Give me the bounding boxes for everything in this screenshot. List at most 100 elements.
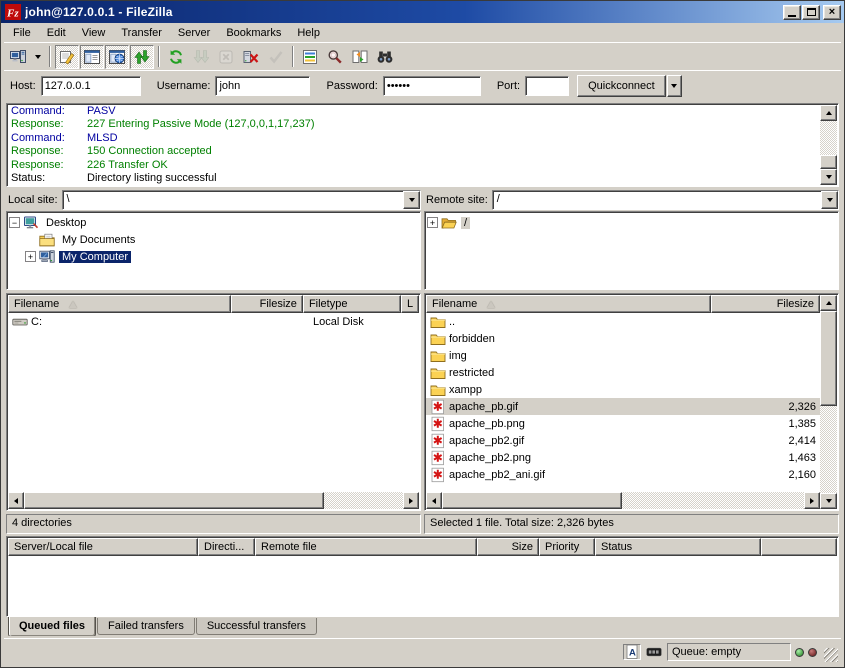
local-tree-item-desktop[interactable]: −Desktop [8,214,419,231]
column-header-size[interactable]: Size [477,538,539,556]
remote-file-row-xampp[interactable]: xampp [426,381,820,398]
menu-view[interactable]: View [74,25,114,41]
log-message: 226 Transfer OK [87,159,168,172]
remote-file-row-apache-pb2-png[interactable]: apache_pb2.png1,463 [426,449,820,466]
scroll-left-button[interactable] [8,492,24,509]
directory-comparison-button[interactable] [348,45,372,69]
column-header-server-local-file[interactable]: Server/Local file [8,538,198,556]
toggle-local-treeview-button[interactable] [80,45,104,69]
scroll-right-button[interactable] [403,492,419,509]
file-search-button[interactable] [323,45,347,69]
scroll-track[interactable] [24,492,403,509]
remote-horizontal-scrollbar[interactable] [426,492,820,509]
tab-queued-files[interactable]: Queued files [8,617,96,637]
remote-site-dropdown[interactable] [821,191,838,209]
username-input[interactable] [215,76,310,96]
site-manager-button[interactable] [6,45,30,69]
menu-help[interactable]: Help [289,25,328,41]
remote-file-row-apache-pb2-ani-gif[interactable]: apache_pb2_ani.gif2,160 [426,466,820,483]
menu-transfer[interactable]: Transfer [113,25,170,41]
expand-icon[interactable]: + [25,251,36,262]
column-header-remote-file[interactable]: Remote file [255,538,477,556]
remote-file-row-img[interactable]: img [426,347,820,364]
scroll-track[interactable] [442,492,804,509]
column-header-priority[interactable]: Priority [539,538,595,556]
local-pane: Local site: \ −DesktopMy Documents+My Co… [6,189,421,534]
scroll-down-button[interactable] [820,169,837,185]
site-manager-dropdown-button[interactable] [31,45,45,69]
local-site-combo[interactable]: \ [62,190,421,210]
host-input[interactable] [41,76,141,96]
column-header-filler[interactable] [761,538,837,556]
log-scrollbar[interactable] [820,105,837,185]
remote-site-value[interactable]: / [493,191,821,209]
column-header-filename[interactable]: Filename [426,295,711,313]
remote-file-row-apache-pb-png[interactable]: apache_pb.png1,385 [426,415,820,432]
directory-listing-filters-button[interactable] [298,45,322,69]
toggle-remote-treeview-button[interactable] [105,45,129,69]
scroll-thumb[interactable] [820,155,837,169]
log-label: Command: [11,132,87,145]
toggle-message-log-button[interactable] [55,45,79,69]
menu-server[interactable]: Server [170,25,218,41]
scroll-track[interactable] [820,121,837,169]
remote-file-row-restricted[interactable]: restricted [426,364,820,381]
scroll-down-button[interactable] [820,493,837,509]
remote-file-row-apache-pb2-gif[interactable]: apache_pb2.gif2,414 [426,432,820,449]
remote-vertical-scrollbar[interactable] [820,295,837,509]
toggle-transfer-queue-button[interactable] [130,45,154,69]
cancel-operation-button[interactable] [214,45,238,69]
minimize-button[interactable] [783,5,801,20]
scroll-thumb[interactable] [24,492,324,509]
local-site-dropdown[interactable] [403,191,420,209]
remote-file-list: FilenameFilesize ..forbiddenimgrestricte… [424,293,839,511]
folder-docs-icon [39,232,55,248]
tab-successful-transfers[interactable]: Successful transfers [196,618,317,635]
expand-icon[interactable]: + [427,217,438,228]
refresh-button[interactable] [164,45,188,69]
local-file-row-c[interactable]: C:Local Disk [8,313,419,330]
port-input[interactable] [525,76,569,96]
scroll-track[interactable] [820,311,837,493]
scroll-up-button[interactable] [820,105,837,121]
scroll-thumb[interactable] [442,492,622,509]
quickconnect-dropdown[interactable] [667,75,682,97]
transfer-queue-panel: Server/Local fileDirecti...Remote fileSi… [6,536,839,638]
column-header-filesize[interactable]: Filesize [231,295,303,313]
column-header-filesize[interactable]: Filesize [711,295,820,313]
abort-button[interactable] [264,45,288,69]
local-tree-item-my-computer[interactable]: +My Computer [8,248,419,265]
resize-grip[interactable] [824,648,838,662]
scroll-thumb[interactable] [820,311,837,406]
close-button[interactable]: × [823,5,841,20]
remote-site-combo[interactable]: / [492,190,839,210]
remote-file-row-apache-pb-gif[interactable]: apache_pb.gif2,326 [426,398,820,415]
menu-bookmarks[interactable]: Bookmarks [218,25,289,41]
column-header-filetype[interactable]: Filetype [303,295,401,313]
remote-tree-item-blank[interactable]: +/ [426,214,837,231]
synchronized-browsing-button[interactable] [373,45,397,69]
menu-edit[interactable]: Edit [39,25,74,41]
column-header-directi[interactable]: Directi... [198,538,255,556]
local-tree-item-my-documents[interactable]: My Documents [8,231,419,248]
quickconnect-button[interactable]: Quickconnect [577,75,666,97]
password-input[interactable] [383,76,481,96]
disconnect-button[interactable] [239,45,263,69]
process-queue-button[interactable] [189,45,213,69]
maximize-button[interactable] [802,5,820,20]
column-header-status[interactable]: Status [595,538,761,556]
collapse-icon[interactable]: − [9,217,20,228]
column-header-l[interactable]: L [401,295,419,313]
remote-file-row-blank[interactable]: .. [426,313,820,330]
column-header-filename[interactable]: Filename [8,295,231,313]
left-arrow-icon [14,498,18,504]
local-site-value[interactable]: \ [63,191,403,209]
remote-file-row-forbidden[interactable]: forbidden [426,330,820,347]
local-horizontal-scrollbar[interactable] [8,492,419,509]
dropdown-arrow-icon [671,84,677,88]
scroll-up-button[interactable] [820,295,837,311]
tab-failed-transfers[interactable]: Failed transfers [97,618,195,635]
scroll-right-button[interactable] [804,492,820,509]
scroll-left-button[interactable] [426,492,442,509]
menu-file[interactable]: File [5,25,39,41]
